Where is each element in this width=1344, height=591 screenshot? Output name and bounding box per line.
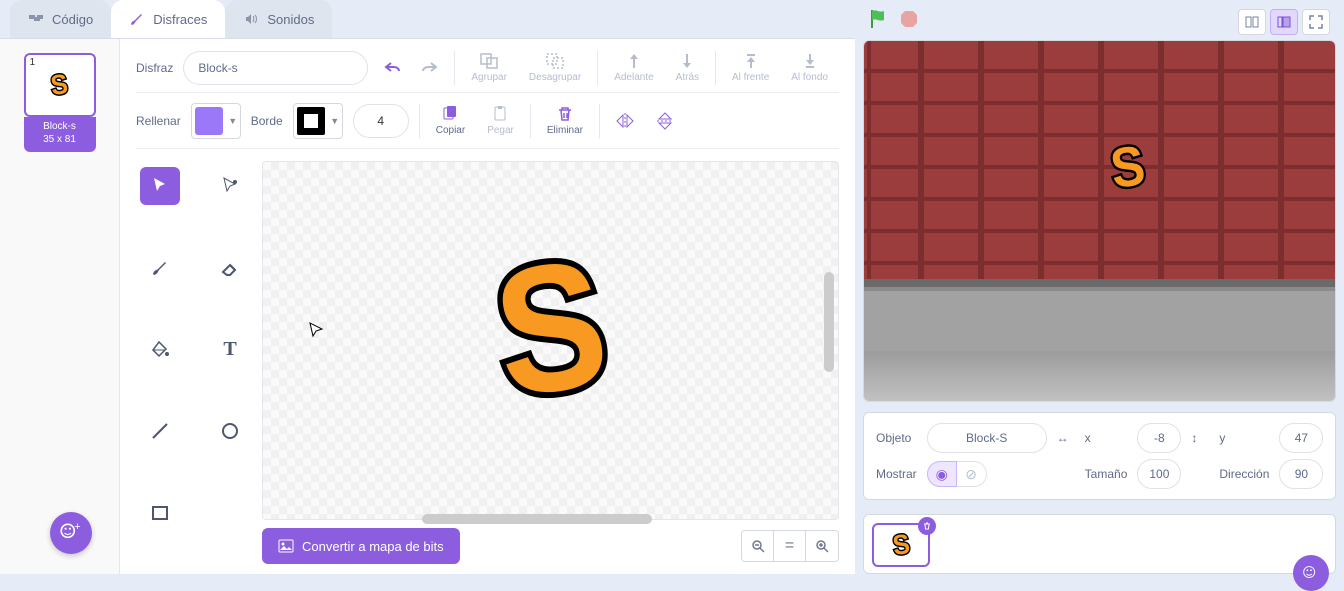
outline-swatch bbox=[297, 107, 325, 135]
canvas[interactable]: SS bbox=[262, 161, 839, 520]
stage-small-button[interactable] bbox=[1238, 9, 1266, 35]
show-label: Mostrar bbox=[876, 467, 917, 481]
circle-tool[interactable] bbox=[210, 412, 250, 450]
ungroup-button[interactable]: Desagrupar bbox=[523, 52, 587, 83]
undo-button[interactable] bbox=[378, 53, 408, 83]
costume-caption: Block-s 35 x 81 bbox=[24, 117, 96, 152]
sprite-list: SS bbox=[863, 514, 1336, 574]
front-button[interactable]: Al frente bbox=[726, 52, 775, 83]
outline-width-input[interactable] bbox=[353, 104, 409, 138]
chevron-down-icon: ▼ bbox=[328, 116, 342, 126]
back-button[interactable]: Atrás bbox=[670, 52, 705, 83]
tab-costumes-label: Disfraces bbox=[153, 12, 207, 27]
y-icon: ↕ bbox=[1191, 431, 1209, 445]
text-tool[interactable]: T bbox=[210, 331, 250, 369]
paste-button[interactable]: Pegar bbox=[481, 105, 520, 136]
x-label: x bbox=[1085, 431, 1128, 445]
direction-label: Dirección bbox=[1219, 467, 1269, 481]
rect-tool[interactable] bbox=[140, 494, 180, 532]
tab-sounds-label: Sonidos bbox=[267, 12, 314, 27]
eraser-tool[interactable] bbox=[210, 249, 250, 287]
sprite-name-input[interactable]: Block-S bbox=[927, 423, 1047, 453]
y-input[interactable]: 47 bbox=[1279, 423, 1323, 453]
sprite-info-panel: Objeto Block-S ↔ x -8 ↕ y 47 Mostrar ◉ ⊘… bbox=[863, 412, 1336, 500]
outline-label: Borde bbox=[251, 114, 283, 128]
costume-thumbnail[interactable]: 1 SS bbox=[24, 53, 96, 117]
add-sprite-button[interactable] bbox=[1293, 555, 1329, 591]
flip-vertical-button[interactable] bbox=[650, 106, 680, 136]
size-input[interactable]: 100 bbox=[1137, 459, 1181, 489]
forward-button[interactable]: Adelante bbox=[608, 52, 659, 83]
hide-button[interactable]: ⊘ bbox=[957, 461, 987, 487]
canvas-s-glyph: SS bbox=[483, 218, 619, 438]
x-input[interactable]: -8 bbox=[1137, 423, 1181, 453]
delete-button[interactable]: Eliminar bbox=[541, 105, 589, 136]
tools-palette: T bbox=[136, 161, 252, 564]
x-icon: ↔ bbox=[1057, 431, 1075, 445]
fill-swatch bbox=[195, 107, 223, 135]
image-icon bbox=[278, 538, 294, 554]
code-icon bbox=[28, 11, 44, 27]
costume-sidebar: 1 SS Block-s 35 x 81 + bbox=[0, 39, 120, 574]
group-button[interactable]: Agrupar bbox=[465, 52, 513, 83]
fullscreen-button[interactable] bbox=[1302, 9, 1330, 35]
fill-color-picker[interactable]: ▼ bbox=[191, 103, 241, 139]
svg-text:+: + bbox=[74, 521, 80, 533]
outline-color-picker[interactable]: ▼ bbox=[293, 103, 343, 139]
convert-bitmap-button[interactable]: Convertir a mapa de bits bbox=[262, 528, 460, 564]
s-glyph-icon: SS bbox=[49, 68, 70, 102]
size-label: Tamaño bbox=[1085, 467, 1128, 481]
s-glyph-icon: SS bbox=[890, 528, 911, 562]
tab-code-label: Código bbox=[52, 12, 93, 27]
object-label: Objeto bbox=[876, 431, 917, 445]
line-tool[interactable] bbox=[140, 412, 180, 450]
zoom-reset-button[interactable]: = bbox=[774, 531, 806, 561]
tabs: Código Disfraces Sonidos bbox=[0, 0, 855, 38]
tab-costumes[interactable]: Disfraces bbox=[111, 0, 225, 38]
add-costume-button[interactable]: + bbox=[50, 512, 92, 554]
zoom-in-button[interactable] bbox=[806, 531, 838, 561]
y-label: y bbox=[1219, 431, 1269, 445]
copy-button[interactable]: Copiar bbox=[430, 105, 471, 136]
scrollbar-vertical[interactable] bbox=[824, 272, 834, 372]
fill-label: Rellenar bbox=[136, 114, 181, 128]
brush-tool[interactable] bbox=[140, 249, 180, 287]
direction-input[interactable]: 90 bbox=[1279, 459, 1323, 489]
scrollbar-horizontal[interactable] bbox=[422, 514, 652, 524]
stage-large-button[interactable] bbox=[1270, 9, 1298, 35]
stage[interactable]: SS bbox=[863, 40, 1336, 402]
tab-sounds[interactable]: Sonidos bbox=[225, 0, 332, 38]
show-button[interactable]: ◉ bbox=[927, 461, 957, 487]
flip-horizontal-button[interactable] bbox=[610, 106, 640, 136]
tab-code[interactable]: Código bbox=[10, 0, 111, 38]
chevron-down-icon: ▼ bbox=[226, 116, 240, 126]
costume-label: Disfraz bbox=[136, 61, 173, 75]
sound-icon bbox=[243, 11, 259, 27]
redo-button[interactable] bbox=[414, 53, 444, 83]
zoom-out-button[interactable] bbox=[742, 531, 774, 561]
sprite-card[interactable]: SS bbox=[872, 523, 930, 567]
brush-icon bbox=[129, 11, 145, 27]
costume-index: 1 bbox=[30, 57, 36, 68]
visibility-toggle: ◉ ⊘ bbox=[927, 461, 1047, 487]
select-tool[interactable] bbox=[140, 167, 180, 205]
reshape-tool[interactable] bbox=[210, 167, 250, 205]
delete-sprite-button[interactable] bbox=[918, 517, 936, 535]
behind-button[interactable]: Al fondo bbox=[785, 52, 834, 83]
costume-name-input[interactable] bbox=[183, 51, 368, 85]
green-flag-button[interactable] bbox=[869, 8, 889, 35]
stop-button[interactable] bbox=[899, 9, 919, 34]
fill-tool[interactable] bbox=[140, 331, 180, 369]
